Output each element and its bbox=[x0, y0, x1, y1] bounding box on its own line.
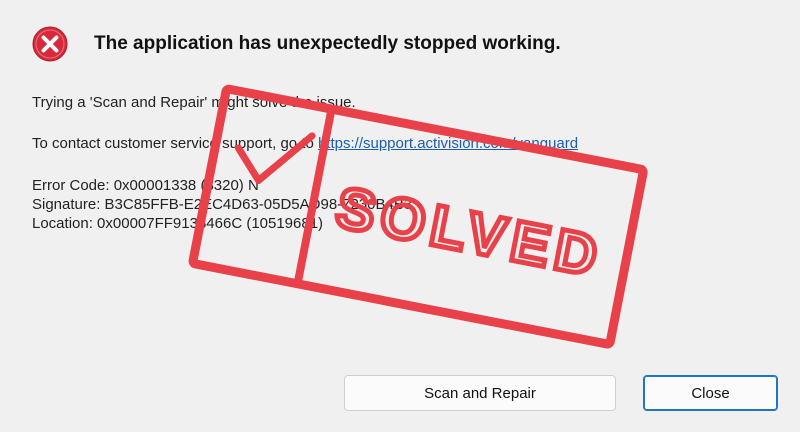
contact-line: To contact customer service support, go … bbox=[32, 135, 578, 152]
scan-and-repair-button[interactable]: Scan and Repair bbox=[344, 375, 616, 411]
dialog-header: The application has unexpectedly stopped… bbox=[32, 26, 561, 62]
dialog-title: The application has unexpectedly stopped… bbox=[94, 33, 561, 54]
suggestion-text: Trying a 'Scan and Repair' might solve t… bbox=[32, 94, 356, 111]
error-icon bbox=[32, 26, 68, 62]
error-details: Error Code: 0x00001338 (8320) N Signatur… bbox=[32, 176, 412, 233]
error-dialog: The application has unexpectedly stopped… bbox=[0, 0, 800, 432]
error-signature: Signature: B3C85FFB-E2EC4D63-05D5AD98-72… bbox=[32, 196, 413, 213]
support-link[interactable]: https://support.activision.com/vanguard bbox=[318, 135, 578, 152]
contact-prefix: To contact customer service support, go … bbox=[32, 135, 318, 152]
error-location: Location: 0x00007FF9138466C (10519681) bbox=[32, 215, 324, 232]
close-button[interactable]: Close bbox=[643, 375, 778, 411]
error-code: Error Code: 0x00001338 (8320) N bbox=[32, 177, 259, 194]
